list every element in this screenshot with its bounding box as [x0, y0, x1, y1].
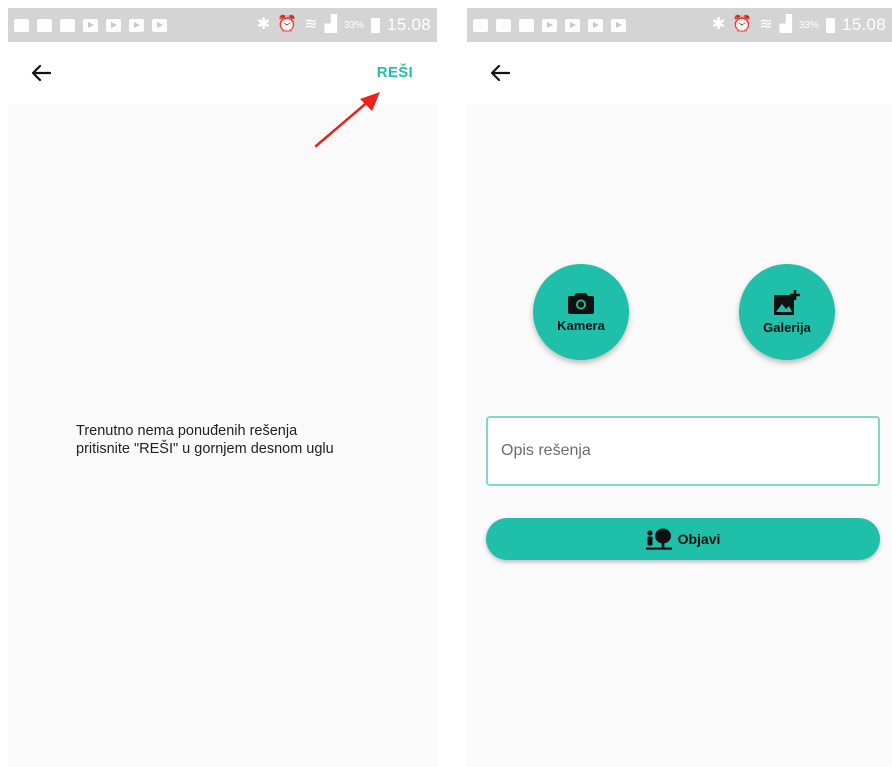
gallery-button[interactable]: Galerija: [739, 264, 835, 360]
youtube-icon: [152, 18, 167, 32]
camera-icon: [568, 292, 594, 314]
publish-button[interactable]: Objavi: [486, 518, 880, 560]
battery-icon: [370, 17, 380, 33]
screen-no-solutions: ✱ ⏰ ≋ ▟ 33% 15.08 REŠI Trenutno nema pon…: [8, 0, 437, 767]
youtube-icon: [106, 18, 121, 32]
notification-icons: [14, 18, 257, 32]
content-area: Kamera Galerija Objavi: [467, 104, 892, 767]
signal-icon: ▟: [779, 16, 792, 33]
image-icon: [60, 18, 75, 32]
clock: 15.08: [841, 15, 886, 34]
clock: 15.08: [386, 15, 431, 34]
status-bar: ✱ ⏰ ≋ ▟ 33% 15.08: [8, 8, 437, 42]
arrow-left-icon: [490, 64, 510, 82]
screen-add-solution: ✱ ⏰ ≋ ▟ 33% 15.08 Kamera Galerija Opis r…: [467, 0, 892, 767]
battery-icon: [825, 17, 835, 33]
signal-icon: ▟: [324, 16, 337, 33]
youtube-icon: [129, 18, 144, 32]
wifi-icon: ≋: [304, 16, 318, 33]
status-bar: ✱ ⏰ ≋ ▟ 33% 15.08: [467, 8, 892, 42]
battery-percent: 33%: [343, 19, 364, 31]
image-icon: [496, 18, 511, 32]
image-icon: [519, 18, 534, 32]
message-icon: [14, 18, 29, 32]
publish-label: Objavi: [677, 531, 721, 547]
image-icon: [37, 18, 52, 32]
battery-percent: 33%: [798, 19, 819, 31]
annotation-arrow: [314, 92, 380, 148]
alarm-icon: ⏰: [732, 16, 753, 33]
add-photo-icon: [774, 289, 800, 315]
empty-state-line-1: Trenutno nema ponuđenih rešenja: [76, 423, 298, 439]
bluetooth-icon: ✱: [711, 16, 726, 33]
empty-state-line-2: pritisnite "REŠI" u gornjem desnom uglu: [76, 441, 334, 457]
camera-button[interactable]: Kamera: [533, 264, 629, 360]
notification-icons: [473, 18, 712, 32]
back-button[interactable]: [24, 56, 58, 90]
youtube-icon: [565, 18, 580, 32]
gallery-label: Galerija: [763, 319, 811, 335]
youtube-icon: [611, 18, 626, 32]
bluetooth-icon: ✱: [256, 16, 271, 33]
alarm-icon: ⏰: [277, 16, 298, 33]
content-area: Trenutno nema ponuđenih rešenja pritisni…: [8, 104, 437, 767]
person-tree-icon: [645, 528, 672, 550]
app-bar: [467, 42, 892, 104]
solution-description-input[interactable]: [486, 416, 880, 486]
wifi-icon: ≋: [759, 16, 773, 33]
camera-label: Kamera: [557, 317, 605, 333]
back-button[interactable]: [483, 56, 517, 90]
arrow-left-icon: [31, 64, 51, 82]
youtube-icon: [542, 18, 557, 32]
youtube-icon: [588, 18, 603, 32]
youtube-icon: [83, 18, 98, 32]
message-icon: [473, 18, 488, 32]
empty-state-message: Trenutno nema ponuđenih rešenja pritisni…: [76, 422, 334, 458]
resi-button[interactable]: REŠI: [377, 64, 413, 81]
